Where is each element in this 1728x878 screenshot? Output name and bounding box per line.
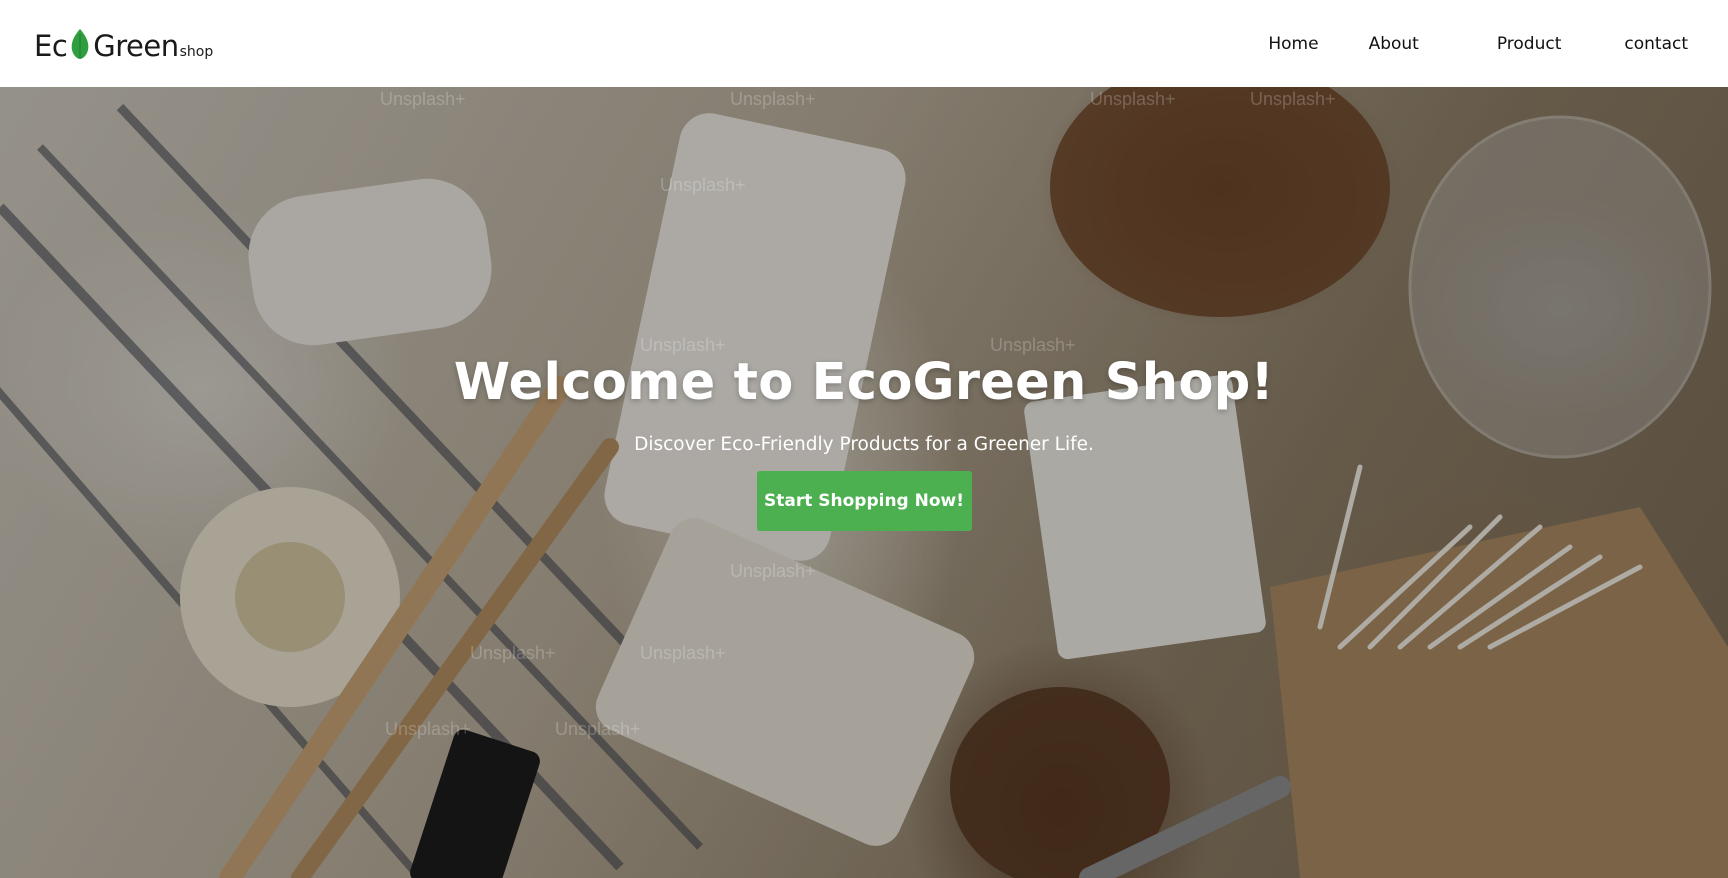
main-nav: Home About Product contact	[1268, 34, 1688, 54]
navbar: Ec Green shop Home About Product contact	[0, 0, 1728, 87]
start-shopping-button[interactable]: Start Shopping Now!	[756, 471, 972, 531]
logo-text-part2: Green	[93, 29, 179, 63]
hero-section: Unsplash+ Unsplash+ Unsplash+ Unsplash+ …	[0, 87, 1728, 878]
logo-text-part1: Ec	[34, 29, 68, 63]
hero-subtitle: Discover Eco-Friendly Products for a Gre…	[634, 434, 1094, 455]
hero-content: Welcome to EcoGreen Shop! Discover Eco-F…	[0, 87, 1728, 878]
nav-link-contact[interactable]: contact	[1624, 34, 1688, 54]
brand-logo[interactable]: Ec Green shop	[34, 24, 213, 63]
nav-link-product[interactable]: Product	[1497, 34, 1562, 54]
nav-link-home[interactable]: Home	[1268, 34, 1318, 54]
logo-suffix: shop	[179, 44, 214, 60]
hero-title: Welcome to EcoGreen Shop!	[453, 353, 1275, 412]
nav-link-about[interactable]: About	[1369, 34, 1419, 54]
leaf-icon	[71, 29, 89, 59]
